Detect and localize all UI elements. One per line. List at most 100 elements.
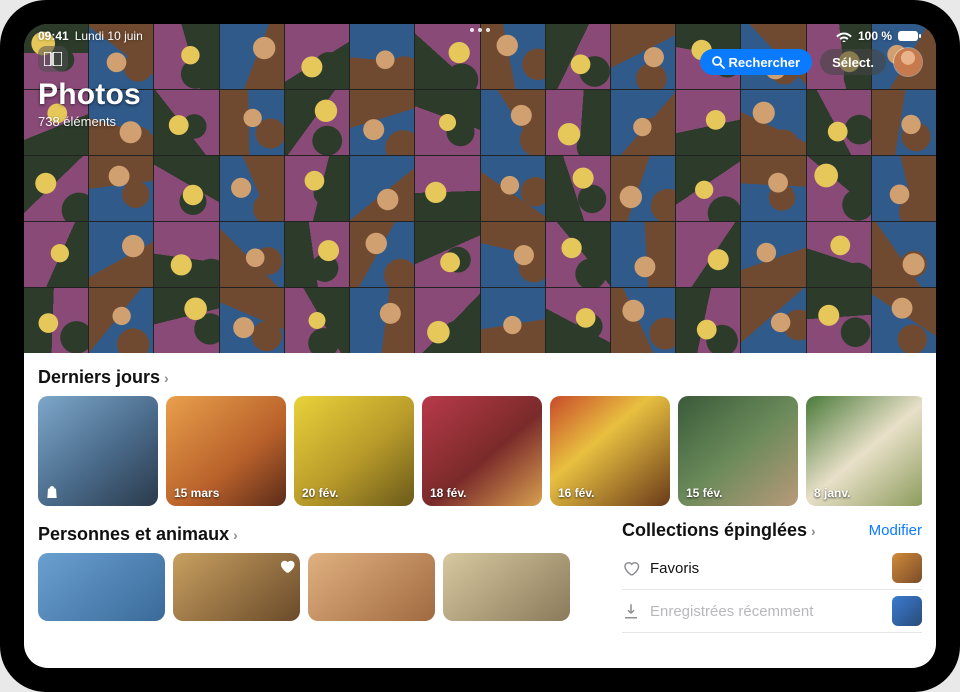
photo-thumbnail[interactable] [415, 288, 479, 353]
shopping-bag-icon [44, 484, 60, 500]
pinned-row-thumb [892, 553, 922, 583]
people-pets-strip[interactable] [38, 553, 602, 621]
photo-thumbnail[interactable] [741, 156, 805, 221]
photo-thumbnail[interactable] [872, 156, 936, 221]
library-header: Photos 738 éléments Rechercher Sélect. [24, 46, 936, 129]
photo-thumbnail[interactable] [154, 222, 218, 287]
day-card[interactable]: 20 fév. [294, 396, 414, 506]
collections-panel: Derniers jours › 15 mars 20 fév. 18 fév. 16… [24, 353, 936, 633]
day-card-label: 20 fév. [302, 486, 338, 500]
photo-thumbnail[interactable] [350, 288, 414, 353]
photo-thumbnail[interactable] [741, 222, 805, 287]
day-card[interactable]: 16 fév. [550, 396, 670, 506]
photo-thumbnail[interactable] [220, 222, 284, 287]
photo-thumbnail[interactable] [481, 288, 545, 353]
photo-thumbnail[interactable] [481, 222, 545, 287]
ipad-frame: 09:41 Lundi 10 juin 100 % Photos 738 élé… [0, 0, 960, 692]
download-icon [622, 602, 640, 620]
photo-thumbnail[interactable] [285, 156, 349, 221]
search-label: Rechercher [729, 55, 801, 70]
grid-zoom-icon [44, 52, 62, 66]
photo-thumbnail[interactable] [24, 288, 88, 353]
pinned-collections-list: Favoris Enregistrées récemment [622, 547, 922, 633]
person-card[interactable] [173, 553, 300, 621]
page-title: Photos [38, 78, 141, 112]
photo-thumbnail[interactable] [676, 222, 740, 287]
photo-thumbnail[interactable] [611, 222, 675, 287]
photo-thumbnail[interactable] [154, 156, 218, 221]
pinned-collections-header[interactable]: Collections épinglées › [622, 520, 816, 541]
photo-thumbnail[interactable] [350, 222, 414, 287]
photo-thumbnail[interactable] [154, 288, 218, 353]
day-card-label: 16 fév. [558, 486, 594, 500]
people-pets-title: Personnes et animaux [38, 524, 229, 545]
photo-thumbnail[interactable] [611, 288, 675, 353]
day-card-label: 15 mars [174, 486, 219, 500]
search-icon [712, 56, 725, 69]
status-bar: 09:41 Lundi 10 juin 100 % [24, 24, 936, 44]
chevron-right-icon: › [233, 527, 238, 543]
photo-thumbnail[interactable] [285, 222, 349, 287]
pinned-row-label: Favoris [650, 560, 882, 577]
pinned-row-label: Enregistrées récemment [650, 603, 882, 620]
photo-thumbnail[interactable] [807, 222, 871, 287]
photo-thumbnail[interactable] [89, 156, 153, 221]
photo-thumbnail[interactable] [676, 288, 740, 353]
item-count: 738 éléments [38, 114, 141, 129]
photo-thumbnail[interactable] [676, 156, 740, 221]
photo-thumbnail[interactable] [611, 156, 675, 221]
pinned-collections-title: Collections épinglées [622, 520, 807, 541]
status-time: 09:41 [38, 29, 69, 43]
person-card[interactable] [38, 553, 165, 621]
battery-icon [898, 30, 922, 42]
photo-thumbnail[interactable] [872, 222, 936, 287]
select-button[interactable]: Sélect. [820, 49, 886, 75]
day-card[interactable]: 18 fév. [422, 396, 542, 506]
person-card[interactable] [308, 553, 435, 621]
profile-avatar[interactable] [894, 48, 922, 76]
photo-thumbnail[interactable] [546, 288, 610, 353]
photo-thumbnail[interactable] [807, 156, 871, 221]
people-pets-header[interactable]: Personnes et animaux › [38, 524, 602, 545]
photo-thumbnail[interactable] [220, 156, 284, 221]
photo-thumbnail[interactable] [285, 288, 349, 353]
chevron-right-icon: › [164, 370, 169, 386]
chevron-right-icon: › [811, 523, 816, 539]
day-card[interactable]: 15 fév. [678, 396, 798, 506]
recent-days-strip[interactable]: 15 mars 20 fév. 18 fév. 16 fév. 15 fév.8 jan… [38, 396, 922, 506]
pinned-row-recently-saved[interactable]: Enregistrées récemment [622, 590, 922, 633]
photo-thumbnail[interactable] [741, 288, 805, 353]
pinned-row-thumb [892, 596, 922, 626]
photo-thumbnail[interactable] [415, 156, 479, 221]
wifi-icon [836, 30, 852, 42]
photo-thumbnail[interactable] [481, 156, 545, 221]
photo-thumbnail[interactable] [89, 222, 153, 287]
day-card[interactable]: 15 mars [166, 396, 286, 506]
recent-days-header[interactable]: Derniers jours › [38, 367, 922, 388]
search-button[interactable]: Rechercher [700, 49, 813, 75]
photo-thumbnail[interactable] [546, 222, 610, 287]
heart-icon [278, 557, 296, 575]
day-card-label: 18 fév. [430, 486, 466, 500]
photo-thumbnail[interactable] [350, 156, 414, 221]
photo-thumbnail[interactable] [546, 156, 610, 221]
edit-button[interactable]: Modifier [869, 522, 922, 539]
screen: 09:41 Lundi 10 juin 100 % Photos 738 élé… [24, 24, 936, 668]
heart-icon [622, 559, 640, 577]
photo-thumbnail[interactable] [415, 222, 479, 287]
photo-thumbnail[interactable] [807, 288, 871, 353]
pinned-row-favorites[interactable]: Favoris [622, 547, 922, 590]
status-date: Lundi 10 juin [75, 29, 143, 43]
day-card[interactable] [38, 396, 158, 506]
select-label: Sélect. [832, 55, 874, 70]
battery-percent: 100 % [858, 29, 892, 43]
multitask-indicator-icon[interactable] [470, 28, 490, 32]
photo-thumbnail[interactable] [220, 288, 284, 353]
day-card[interactable]: 8 janv. [806, 396, 922, 506]
photo-thumbnail[interactable] [24, 222, 88, 287]
zoom-toggle-button[interactable] [38, 46, 68, 72]
photo-thumbnail[interactable] [872, 288, 936, 353]
person-card[interactable] [443, 553, 570, 621]
photo-thumbnail[interactable] [89, 288, 153, 353]
photo-thumbnail[interactable] [24, 156, 88, 221]
